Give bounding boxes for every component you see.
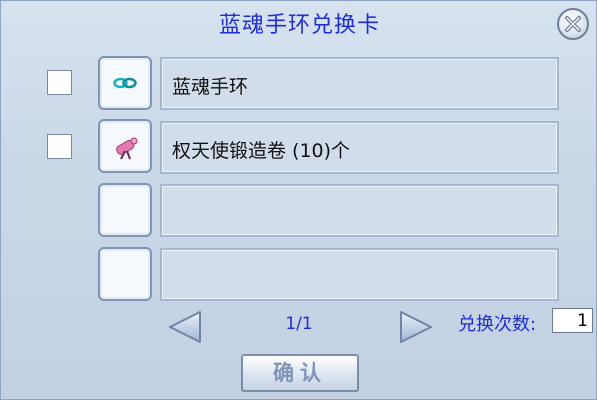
item-name-box-1: 蓝魂手环 bbox=[160, 57, 559, 110]
bracelet-icon bbox=[113, 77, 137, 89]
item-slot-2[interactable] bbox=[98, 119, 152, 173]
next-page-button[interactable] bbox=[394, 309, 434, 345]
page-indicator: 1/1 bbox=[285, 314, 313, 334]
item-name: 权天使锻造卷 (10)个 bbox=[172, 140, 351, 162]
prev-page-button[interactable] bbox=[167, 309, 207, 345]
exchange-count-input[interactable] bbox=[552, 308, 593, 333]
item-name-box-2: 权天使锻造卷 (10)个 bbox=[160, 121, 559, 174]
item-slot-3[interactable] bbox=[98, 183, 152, 237]
exchange-card-dialog: 蓝魂手环兑换卡 蓝魂手环 权天使锻造卷 (10)个 1/1 兑换次数: 1 确认 bbox=[0, 0, 597, 400]
exchange-count-label: 兑换次数: bbox=[458, 314, 537, 335]
scroll-icon bbox=[116, 137, 138, 160]
select-checkbox-1[interactable] bbox=[47, 70, 72, 95]
arrow-right-icon bbox=[400, 311, 432, 343]
close-button[interactable] bbox=[557, 8, 589, 40]
dialog-title: 蓝魂手环兑换卡 bbox=[218, 13, 380, 38]
arrow-left-icon bbox=[169, 311, 201, 343]
item-name: 蓝魂手环 bbox=[172, 76, 249, 98]
item-slot-1[interactable] bbox=[98, 56, 152, 110]
select-checkbox-2[interactable] bbox=[47, 134, 72, 159]
item-name-box-3 bbox=[160, 184, 559, 237]
confirm-button[interactable]: 确认 bbox=[241, 354, 359, 392]
item-slot-4[interactable] bbox=[98, 247, 152, 301]
close-icon bbox=[565, 16, 581, 32]
item-name-box-4 bbox=[160, 248, 559, 301]
